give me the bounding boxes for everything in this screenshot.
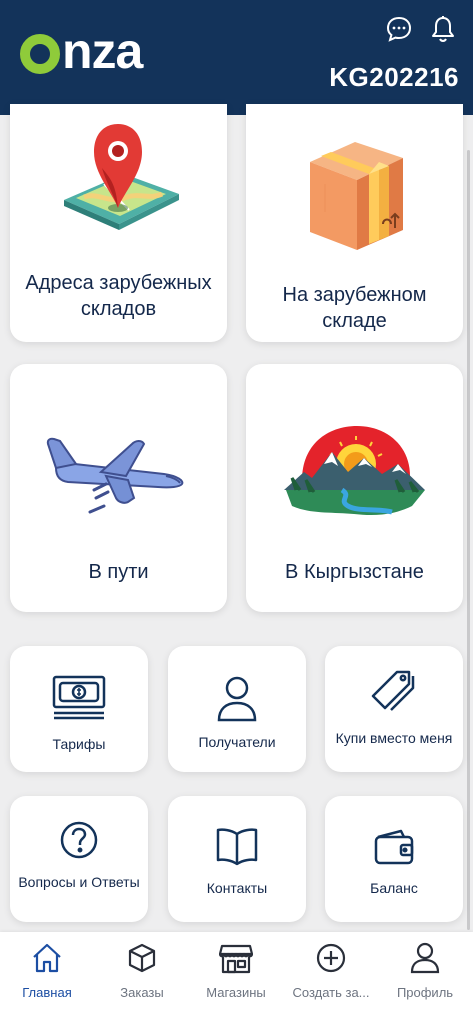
nav-stores[interactable]: Магазины <box>191 942 281 1000</box>
tile-contacts[interactable]: Контакты <box>168 796 306 922</box>
nav-profile[interactable]: Профиль <box>380 942 470 1000</box>
logo-o-ring <box>20 34 60 74</box>
profile-icon <box>409 942 441 979</box>
tile-label: На зарубежном складе <box>282 284 427 332</box>
tile-label: В пути <box>88 561 149 583</box>
nav-orders[interactable]: Заказы <box>97 942 187 1000</box>
question-icon <box>59 820 99 865</box>
tile-faq[interactable]: Вопросы и Ответы <box>10 796 148 922</box>
nav-home[interactable]: Главная <box>2 942 92 1000</box>
nav-label: Магазины <box>206 985 266 1000</box>
nav-label: Профиль <box>396 985 454 1000</box>
box-icon <box>126 942 158 979</box>
app-header: nza KG202216 <box>0 0 473 115</box>
tile-tariffs[interactable]: Тарифы <box>10 646 148 772</box>
tile-warehouse-addresses[interactable]: Адреса зарубежных складов <box>10 104 227 342</box>
airplane-icon <box>46 426 191 531</box>
plus-circle-icon <box>315 942 347 979</box>
tile-label: В Кыргызстане <box>285 561 424 583</box>
onza-logo: nza <box>20 23 143 79</box>
wallet-icon <box>373 828 415 871</box>
tile-label: Получатели <box>198 734 276 750</box>
kyrgyzstan-landscape-icon <box>282 420 427 535</box>
tile-balance[interactable]: Баланс <box>325 796 463 922</box>
logo-text: nza <box>62 23 143 79</box>
tile-label: Вопросы и Ответы <box>18 874 140 890</box>
account-code: KG202216 <box>329 62 459 92</box>
tile-label: Купи вместо меня <box>335 730 453 746</box>
user-icon <box>216 676 258 727</box>
book-icon <box>215 826 259 871</box>
tile-recipients[interactable]: Получатели <box>168 646 306 772</box>
banknote-icon <box>52 674 106 725</box>
tile-label: Баланс <box>370 880 418 896</box>
package-box-icon <box>295 132 415 262</box>
tile-at-foreign-warehouse[interactable]: На зарубежном складе <box>246 104 463 342</box>
nav-label: Заказы <box>120 985 164 1000</box>
store-icon <box>218 942 254 979</box>
home-icon <box>31 942 63 979</box>
bottom-navigation: Главная Заказы Магазины Создать за... Пр… <box>0 932 473 1024</box>
price-tag-icon <box>369 666 419 719</box>
scrollbar[interactable] <box>467 150 470 930</box>
bell-icon[interactable] <box>428 14 458 44</box>
chat-bubble-icon[interactable] <box>384 14 414 44</box>
map-pin-icon <box>54 112 184 252</box>
tile-label: Контакты <box>206 880 268 896</box>
nav-create-order[interactable]: Создать за... <box>286 942 376 1000</box>
tile-buy-for-me[interactable]: Купи вместо меня <box>325 646 463 772</box>
tile-label: Адреса зарубежных складов <box>25 272 212 320</box>
tile-in-transit[interactable]: В пути <box>10 364 227 612</box>
nav-label: Главная <box>22 985 72 1000</box>
tile-label: Тарифы <box>52 736 106 752</box>
nav-label: Создать за... <box>292 985 370 1000</box>
tile-in-kyrgyzstan[interactable]: В Кыргызстане <box>246 364 463 612</box>
